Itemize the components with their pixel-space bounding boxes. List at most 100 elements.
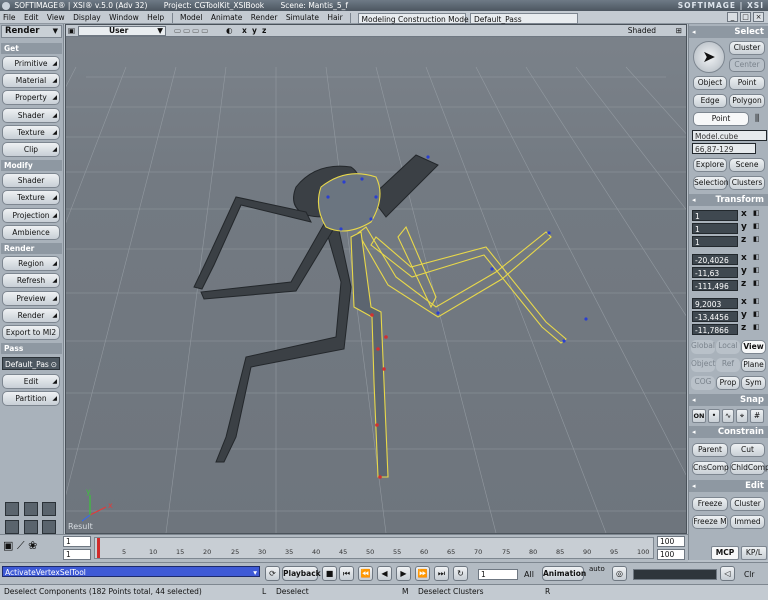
snap-header[interactable]: ◂ Snap <box>689 394 768 406</box>
edit-header[interactable]: ◂ Edit <box>689 480 768 492</box>
parent-button[interactable]: Parent <box>692 443 728 457</box>
snap-curve-icon[interactable]: ∿ <box>722 409 734 423</box>
menu-file[interactable]: File <box>0 11 19 24</box>
snap-grid-icon[interactable]: # <box>750 409 764 423</box>
shader-button[interactable]: Shader ◢ <box>2 108 60 123</box>
frame-field[interactable]: 1 <box>478 569 518 580</box>
pass-edit-button[interactable]: Edit ◢ <box>2 374 60 389</box>
scene-canvas[interactable]: x y <box>66 37 686 533</box>
explore-button[interactable]: Explore <box>693 158 727 172</box>
viewport-visibility-icons[interactable]: ▭▭▭▭ <box>174 25 210 37</box>
modify-shader-button[interactable]: Shader <box>2 173 60 188</box>
mcp-tab[interactable]: MCP <box>711 546 739 560</box>
translate-y-field[interactable]: -13,4456 <box>692 311 738 322</box>
transform-header[interactable]: ◂ Transform <box>689 194 768 206</box>
section-render[interactable]: Render <box>1 243 62 254</box>
module-animate[interactable]: Animate <box>208 11 245 24</box>
camera-dropdown[interactable]: User ▼ <box>78 26 166 36</box>
construction-mode-dropdown[interactable]: Modeling Construction Mode <box>357 12 469 24</box>
selection-button[interactable]: Selection <box>693 176 729 190</box>
render-button[interactable]: Render ◢ <box>2 308 60 323</box>
selection-range-field[interactable]: 66,87-129 <box>692 143 756 154</box>
shading-mode-dropdown[interactable]: Shaded <box>628 25 656 37</box>
scale-y-field[interactable]: 1 <box>692 223 738 234</box>
prev-frame-icon[interactable]: ◀ <box>377 566 392 581</box>
partition-button[interactable]: Partition ◢ <box>2 391 60 406</box>
scale-z-field[interactable]: 1 <box>692 236 738 247</box>
modify-texture-button[interactable]: Texture ◢ <box>2 190 60 205</box>
timeline-start-field[interactable]: 1 <box>63 536 91 547</box>
refresh-button[interactable]: Refresh ◢ <box>2 273 60 288</box>
menu-window[interactable]: Window <box>106 11 142 24</box>
scale-x-field[interactable]: 1 <box>692 210 738 221</box>
freeze-button[interactable]: Freeze <box>692 497 728 511</box>
prev-keyframe-icon[interactable]: ◁ <box>720 566 735 581</box>
clear-button[interactable]: Clr <box>744 570 754 579</box>
stop-icon[interactable]: ■ <box>322 566 337 581</box>
rotate-x-field[interactable]: -20,4026 <box>692 254 738 265</box>
all-toggle[interactable]: All <box>524 570 534 579</box>
timeline-end-field[interactable]: 100 <box>657 536 685 547</box>
translate-x-field[interactable]: 9,2003 <box>692 298 738 309</box>
timeline-current-field[interactable]: 1 <box>63 549 91 560</box>
scene-button[interactable]: Scene <box>729 158 765 172</box>
freeze-m-button[interactable]: Freeze M <box>692 515 728 529</box>
prop-button[interactable]: Prop <box>716 376 740 390</box>
projection-button[interactable]: Projection ◢ <box>2 208 60 223</box>
preview-button[interactable]: Preview ◢ <box>2 291 60 306</box>
select-tool-button[interactable]: ➤ <box>693 41 725 73</box>
menu-edit[interactable]: Edit <box>21 11 42 24</box>
layout-quad-icon[interactable] <box>24 502 38 516</box>
clusters-button[interactable]: Clusters <box>729 176 765 190</box>
first-frame-icon[interactable]: ⏮ <box>339 566 354 581</box>
snap-on-toggle[interactable]: ON <box>692 409 706 423</box>
layout-quad-icon[interactable] <box>42 502 56 516</box>
object-ref-button[interactable]: Object <box>691 358 715 372</box>
animation-button[interactable]: Animation <box>542 566 586 581</box>
mantis-model[interactable] <box>193 154 439 463</box>
texture-button[interactable]: Texture ◢ <box>2 125 60 140</box>
animation-field[interactable] <box>633 569 717 580</box>
module-render[interactable]: Render <box>248 11 281 24</box>
pass-dropdown[interactable]: Default_Pass <box>469 12 578 24</box>
menu-help[interactable]: Help <box>144 11 167 24</box>
selected-components[interactable] <box>317 173 567 478</box>
point-button[interactable]: Point <box>729 76 765 90</box>
viewport-eye-icon[interactable]: ◐ <box>226 25 233 37</box>
viewport-menu-icon[interactable]: ▣ <box>68 25 75 37</box>
toolbar-mode-selector[interactable]: Render ▼ <box>1 25 62 38</box>
loop-icon[interactable]: ⟳ <box>265 566 280 581</box>
key-icon[interactable]: ◎ <box>612 566 627 581</box>
export-mi2-button[interactable]: Export to MI2 <box>2 325 60 340</box>
section-get[interactable]: Get <box>1 43 62 54</box>
cog-button[interactable]: COG <box>691 376 715 390</box>
plane-button[interactable]: Plane <box>741 358 766 372</box>
ref-button[interactable]: Ref <box>716 358 740 372</box>
viewport-axis-y[interactable]: y <box>252 25 257 37</box>
layout-split-icon[interactable] <box>24 520 38 534</box>
pass-field[interactable]: Default_Pas ⊙ <box>2 357 60 370</box>
maximize-icon[interactable]: □ <box>740 12 751 22</box>
sym-button[interactable]: Sym <box>741 376 766 390</box>
selection-model-field[interactable]: Model.cube <box>692 130 767 141</box>
layout-quad-icon[interactable] <box>5 502 19 516</box>
constrain-header[interactable]: ◂ Constrain <box>689 426 768 438</box>
prev-key-icon[interactable]: ⏪ <box>358 566 373 581</box>
auto-key-toggle[interactable]: auto <box>589 565 605 573</box>
command-line[interactable]: ActivateVertexSelTool ▾ <box>2 566 260 577</box>
layout-split-icon[interactable] <box>42 520 56 534</box>
material-button[interactable]: Material ◢ <box>2 73 60 88</box>
playback-button[interactable]: Playback <box>282 566 321 581</box>
center-button[interactable]: Center <box>729 58 765 72</box>
module-simulate[interactable]: Simulate <box>283 11 322 24</box>
timeline-end2-field[interactable]: 100 <box>657 549 685 560</box>
last-frame-icon[interactable]: ⏭ <box>434 566 449 581</box>
timeline-slider[interactable]: 5 10 15 20 25 30 35 40 45 50 55 60 65 70 75 80 85 90 95 100 <box>94 537 654 559</box>
chldcomp-button[interactable]: ChldComp <box>730 461 768 475</box>
menu-display[interactable]: Display <box>70 11 104 24</box>
section-modify[interactable]: Modify <box>1 160 62 171</box>
module-model[interactable]: Model <box>177 11 206 24</box>
viewport-axis-z[interactable]: z <box>262 25 266 37</box>
local-button[interactable]: Local <box>716 340 740 354</box>
immed-button[interactable]: Immed <box>730 515 765 529</box>
